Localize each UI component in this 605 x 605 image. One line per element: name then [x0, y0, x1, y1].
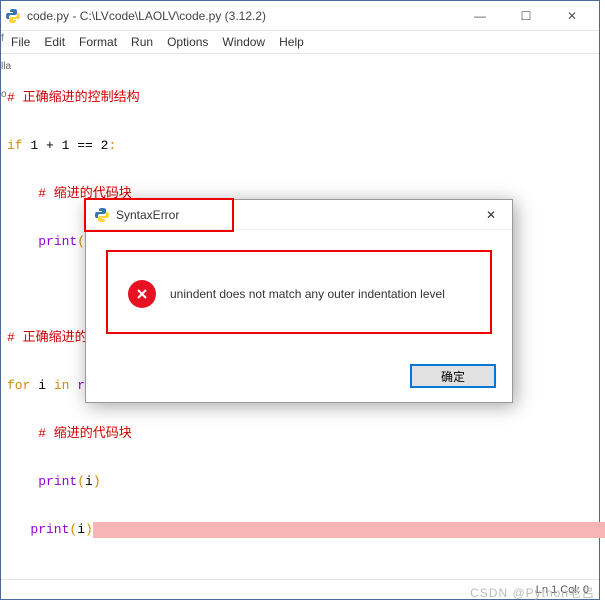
dialog-title: SyntaxError [116, 208, 478, 222]
statusbar: Ln 1 Col: 0 [1, 579, 599, 599]
menu-window[interactable]: Window [222, 35, 265, 49]
close-button[interactable]: ✕ [549, 1, 595, 31]
error-message: unindent does not match any outer indent… [170, 287, 445, 301]
python-icon [94, 207, 110, 223]
idle-window: code.py - C:\LVcode\LAOLV\code.py (3.12.… [0, 0, 600, 600]
python-icon [5, 8, 21, 24]
menu-format[interactable]: Format [79, 35, 117, 49]
menu-run[interactable]: Run [131, 35, 153, 49]
code-comment: # 正确缩进的控制结构 [7, 90, 140, 105]
menu-help[interactable]: Help [279, 35, 304, 49]
dialog-body: unindent does not match any outer indent… [106, 250, 492, 334]
menu-file[interactable]: File [11, 35, 30, 49]
window-title: code.py - C:\LVcode\LAOLV\code.py (3.12.… [27, 9, 457, 23]
menubar: File Edit Format Run Options Window Help [1, 31, 599, 54]
ok-button[interactable]: 确定 [410, 364, 496, 388]
maximize-button[interactable]: ☐ [503, 1, 549, 31]
minimize-button[interactable]: — [457, 1, 503, 31]
dialog-close-button[interactable]: ✕ [478, 202, 504, 228]
titlebar[interactable]: code.py - C:\LVcode\LAOLV\code.py (3.12.… [1, 1, 599, 31]
error-dialog: SyntaxError ✕ unindent does not match an… [85, 199, 513, 403]
dialog-titlebar[interactable]: SyntaxError ✕ [86, 200, 512, 230]
menu-options[interactable]: Options [167, 35, 208, 49]
menu-edit[interactable]: Edit [44, 35, 65, 49]
error-icon [128, 280, 156, 308]
error-line: print(i) [7, 522, 593, 538]
cursor-position: Ln 1 Col: 0 [536, 584, 589, 596]
